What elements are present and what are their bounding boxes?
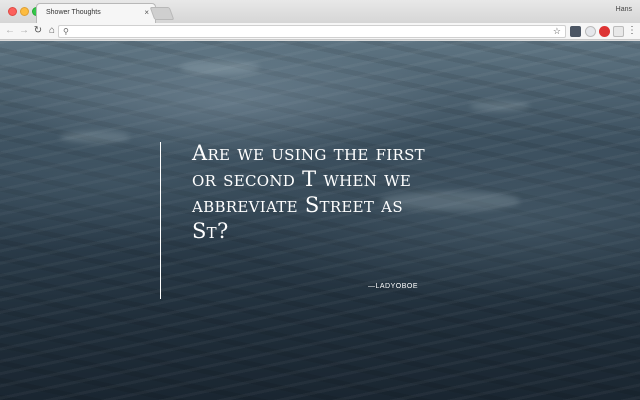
menu-icon[interactable]: ⋮ [627, 25, 637, 37]
extension-red-badge-icon[interactable] [599, 26, 610, 37]
bookmark-star-icon[interactable]: ☆ [553, 26, 561, 37]
back-icon[interactable]: ← [4, 25, 16, 37]
quote-author[interactable]: —LADYOBOE [368, 283, 418, 290]
close-tab-icon[interactable]: × [144, 8, 149, 18]
new-tab-button[interactable] [149, 7, 175, 20]
new-tab-page: Are we using the first or second T when … [0, 41, 640, 400]
search-icon: ⚲ [63, 27, 69, 36]
address-bar[interactable]: ⚲ ☆ [58, 25, 566, 38]
forward-icon[interactable]: → [18, 25, 30, 37]
tab-title: Shower Thoughts [46, 9, 101, 16]
extension-circle-icon[interactable] [585, 26, 596, 37]
wave-highlight [470, 101, 530, 111]
minimize-window-button[interactable] [20, 7, 29, 16]
reload-icon[interactable]: ↻ [32, 25, 44, 37]
extension-gray-icon[interactable] [613, 26, 624, 37]
home-icon[interactable]: ⌂ [46, 25, 58, 37]
wave-highlight [60, 131, 130, 143]
profile-name[interactable]: Hans [616, 6, 632, 13]
tab-active[interactable]: Shower Thoughts × [36, 3, 156, 23]
browser-toolbar: ← → ↻ ⌂ ⚲ ☆ ⋮ [0, 23, 640, 40]
title-bar: Shower Thoughts × Hans [0, 0, 640, 23]
quote-divider [160, 142, 161, 299]
close-window-button[interactable] [8, 7, 17, 16]
wave-highlight [180, 61, 260, 75]
extension-dark-icon[interactable] [570, 26, 581, 37]
quote-text: Are we using the first or second T when … [192, 141, 425, 243]
address-input[interactable] [75, 27, 545, 37]
